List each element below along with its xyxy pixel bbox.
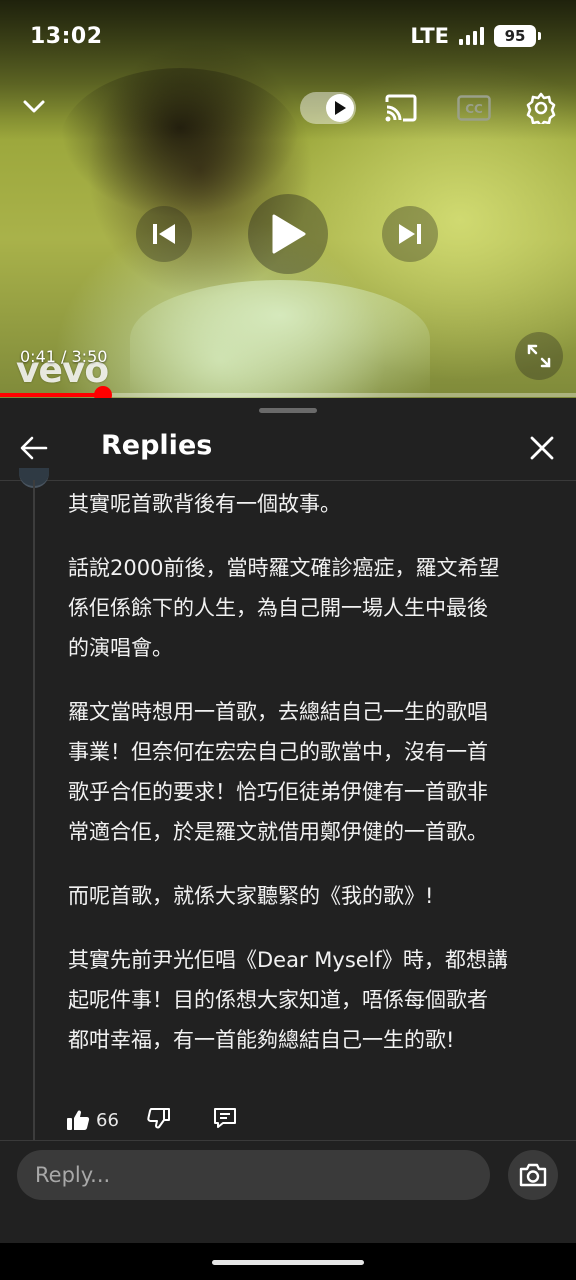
comment-paragraph: 話說2000前後，當時羅文確診癌症，羅文希望 係佢係餘下的人生，為自己開一場人生… — [68, 556, 500, 660]
drag-handle[interactable] — [259, 408, 317, 413]
battery-level: 95 — [504, 27, 526, 45]
screen: 13:02 LTE 95 CC vevo 0:41 / 3:50 Replies… — [0, 0, 576, 1280]
comment-paragraph: 其實呢首歌背後有一個故事。 — [68, 492, 341, 516]
time-separator: / — [55, 347, 72, 366]
cc-icon[interactable]: CC — [457, 95, 491, 121]
fullscreen-icon — [527, 344, 551, 368]
status-time: 13:02 — [30, 23, 103, 49]
comment-text: 其實呢首歌背後有一個故事。 話說2000前後，當時羅文確診癌症，羅文希望 係佢係… — [68, 484, 548, 1084]
system-nav-bar — [0, 1243, 576, 1280]
autoplay-knob-play-icon — [326, 94, 354, 122]
composer-divider — [0, 1140, 576, 1141]
comment-paragraph: 羅文當時想用一首歌，去總結自己一生的歌唱 事業！但奈何在宏宏自己的歌當中，沒有一… — [68, 700, 488, 844]
replies-panel: Replies 其實呢首歌背後有一個故事。 話說2000前後，當時羅文確診癌症，… — [0, 398, 576, 1243]
autoplay-toggle[interactable] — [300, 92, 356, 124]
previous-button[interactable] — [136, 206, 192, 262]
dislike-button[interactable] — [147, 1107, 171, 1133]
reply-button[interactable] — [213, 1107, 237, 1133]
close-icon[interactable] — [526, 432, 558, 464]
play-button[interactable] — [248, 194, 328, 274]
comment-actions: 66 — [66, 1104, 237, 1136]
like-button[interactable]: 66 — [66, 1109, 119, 1131]
camera-icon — [519, 1163, 547, 1187]
fullscreen-button[interactable] — [515, 332, 563, 380]
thumbs-up-icon — [67, 1110, 90, 1130]
comment-paragraph: 而呢首歌，就係大家聽緊的《我的歌》! — [68, 884, 434, 908]
header-divider — [0, 480, 576, 481]
svg-text:CC: CC — [465, 102, 483, 116]
home-indicator[interactable] — [212, 1260, 364, 1265]
video-player[interactable]: 13:02 LTE 95 CC vevo 0:41 / 3:50 — [0, 0, 576, 404]
next-icon — [399, 224, 421, 244]
cast-icon[interactable] — [384, 93, 418, 123]
progress-bar[interactable] — [0, 386, 576, 404]
reply-input[interactable] — [17, 1150, 490, 1200]
camera-button[interactable] — [508, 1150, 558, 1200]
replies-title: Replies — [101, 430, 213, 461]
time-display: 0:41 / 3:50 — [20, 347, 107, 366]
time-current: 0:41 — [20, 347, 56, 366]
previous-icon — [153, 224, 175, 244]
network-type: LTE — [410, 24, 449, 48]
thumbs-down-icon — [147, 1108, 170, 1129]
battery-icon: 95 — [494, 25, 541, 47]
chevron-down-icon[interactable] — [20, 93, 48, 121]
status-indicators: LTE 95 — [410, 24, 541, 48]
comment-paragraph: 其實先前尹光佢唱《Dear Myself》時，都想講 起呢件事！目的係想大家知道… — [68, 948, 508, 1052]
progress-fill — [0, 393, 103, 397]
settings-icon[interactable] — [525, 92, 557, 128]
video-frame-shirt — [130, 280, 430, 398]
time-total: 3:50 — [71, 347, 108, 366]
like-count: 66 — [96, 1109, 119, 1131]
replies-header: Replies — [0, 418, 576, 480]
next-button[interactable] — [382, 206, 438, 262]
comment-icon — [213, 1108, 236, 1128]
play-icon — [272, 214, 306, 254]
status-bar: 13:02 LTE 95 — [0, 0, 576, 72]
thread-line — [33, 480, 35, 1140]
back-arrow-icon[interactable] — [18, 432, 50, 464]
signal-icon — [459, 27, 484, 45]
